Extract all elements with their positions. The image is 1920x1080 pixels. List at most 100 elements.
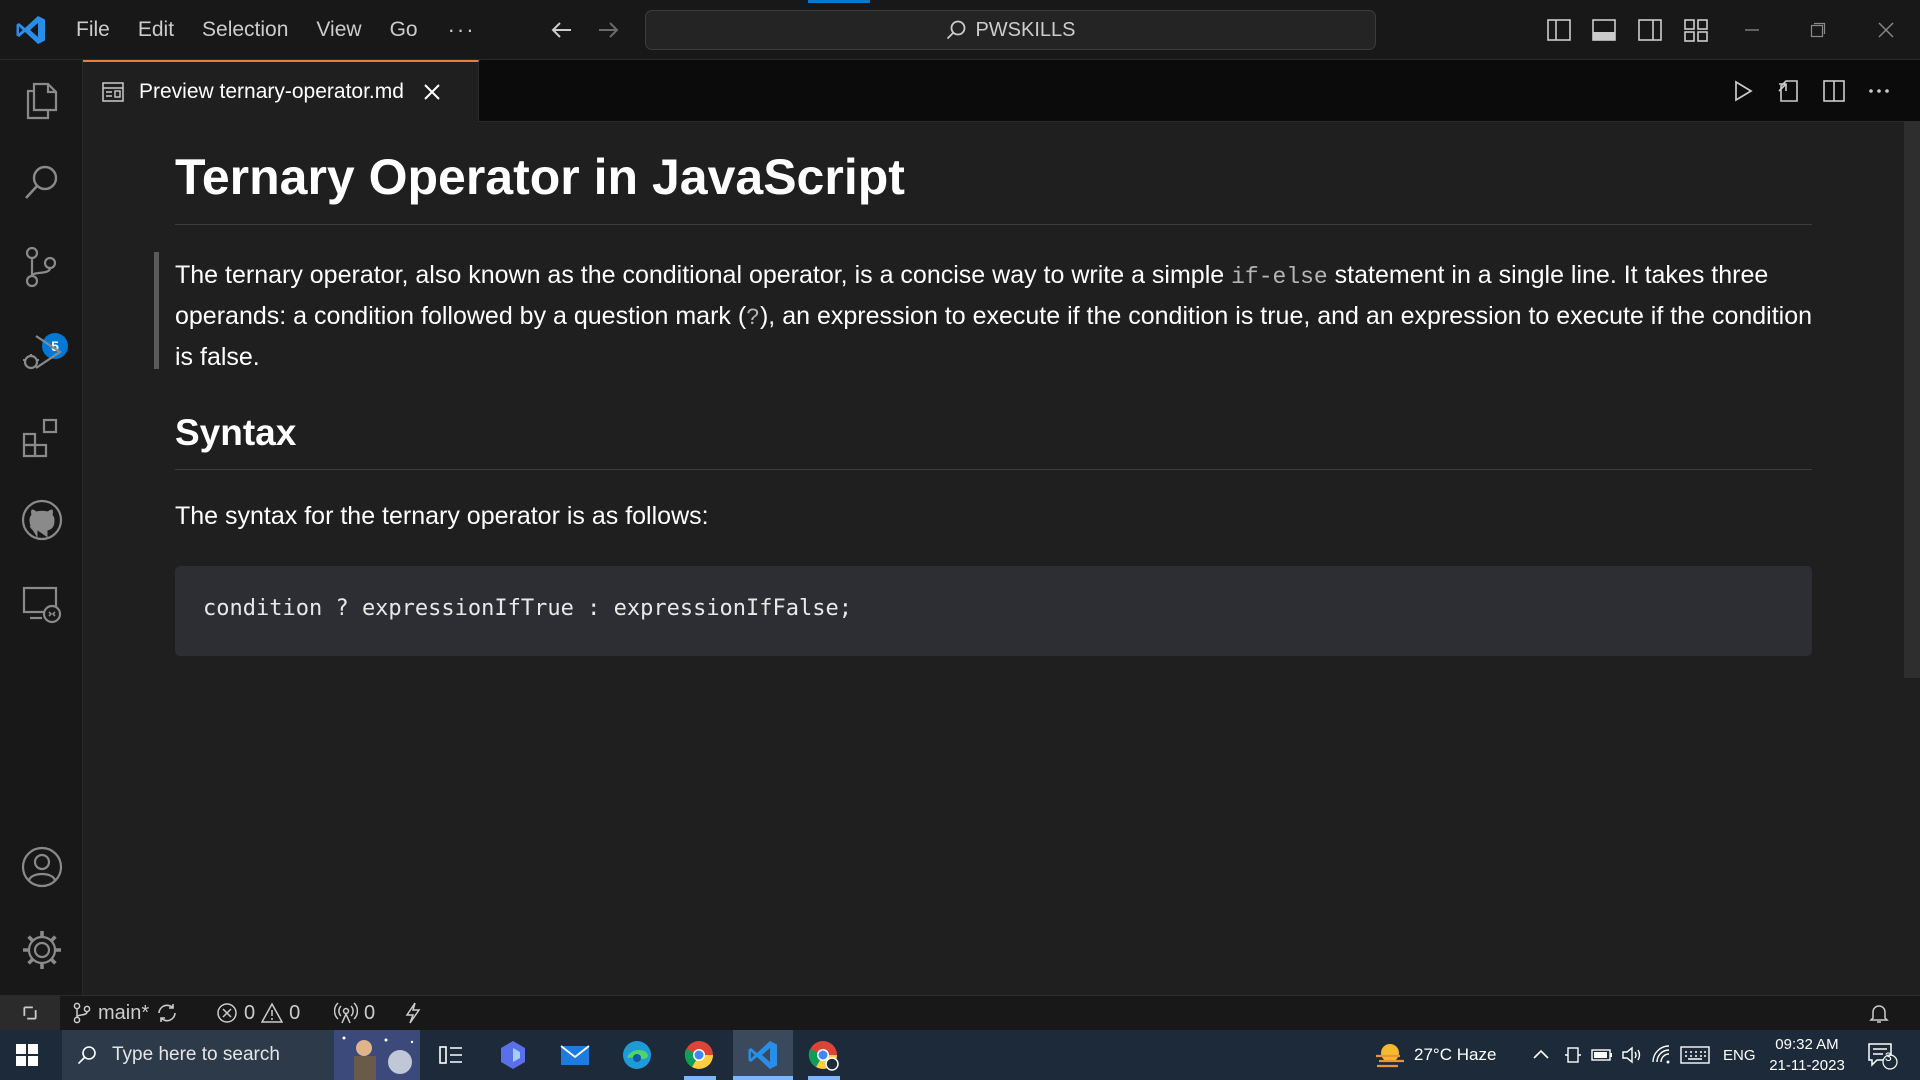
device-icon[interactable] xyxy=(1562,1044,1584,1066)
copilot-icon[interactable] xyxy=(496,1038,530,1072)
run-icon[interactable] xyxy=(1730,78,1756,104)
ports-count: 0 xyxy=(364,1001,376,1024)
status-bar: main* 0 0 0 xyxy=(0,995,1920,1030)
menu-file[interactable]: File xyxy=(62,0,124,60)
inline-code-question-mark: ? xyxy=(746,305,760,331)
markdown-preview: Ternary Operator in JavaScript The terna… xyxy=(83,122,1920,995)
command-center-search[interactable]: PWSKILLS xyxy=(645,10,1376,50)
chrome-profile-running-indicator xyxy=(808,1076,840,1080)
mail-icon[interactable] xyxy=(558,1038,592,1072)
restore-button[interactable] xyxy=(1802,14,1834,46)
blockquote-paragraph: The ternary operator, also known as the … xyxy=(175,256,1825,377)
volume-icon[interactable] xyxy=(1620,1044,1644,1066)
taskbar-search[interactable]: Type here to search xyxy=(62,1030,420,1080)
settings-gear-icon[interactable] xyxy=(20,928,64,972)
language-indicator[interactable]: ENG xyxy=(1723,1030,1756,1080)
windows-start-icon[interactable] xyxy=(16,1044,38,1066)
remote-indicator[interactable] xyxy=(0,996,60,1030)
clock-time: 09:32 AM xyxy=(1775,1036,1839,1053)
activity-bar: 5 xyxy=(0,60,83,995)
vscode-running-indicator xyxy=(733,1076,793,1080)
sync-icon[interactable] xyxy=(155,1002,179,1024)
bell-icon xyxy=(1869,1005,1889,1023)
windows-taskbar: Type here to search 27°C Haze ENG 09:32 … xyxy=(0,1030,1920,1080)
scrollbar-thumb[interactable] xyxy=(1904,122,1920,678)
chevron-up-icon[interactable] xyxy=(1530,1044,1552,1066)
accounts-icon[interactable] xyxy=(20,845,64,889)
minimize-button[interactable] xyxy=(1736,14,1768,46)
run-and-debug-icon[interactable] xyxy=(20,330,64,374)
error-count: 0 xyxy=(244,1001,256,1024)
split-editor-icon[interactable] xyxy=(1821,78,1847,104)
ports-indicator[interactable]: 0 xyxy=(334,996,375,1030)
lightning-icon xyxy=(405,1002,421,1024)
menu-go[interactable]: Go xyxy=(376,0,432,60)
close-tab-icon[interactable] xyxy=(422,82,442,102)
more-actions-icon[interactable] xyxy=(1866,78,1892,104)
tab-label: Preview ternary-operator.md xyxy=(139,80,404,103)
edge-browser-icon[interactable] xyxy=(620,1038,654,1072)
code-text: condition ? expressionIfTrue : expressio… xyxy=(203,596,853,621)
branch-indicator[interactable]: main* xyxy=(72,996,179,1030)
customize-layout-icon[interactable] xyxy=(1683,17,1709,43)
warning-icon xyxy=(261,1002,284,1023)
taskbar-search-placeholder: Type here to search xyxy=(112,1044,280,1065)
menu-more-button[interactable]: ··· xyxy=(432,17,492,43)
task-view-icon[interactable] xyxy=(434,1038,468,1072)
taskbar-search-icon xyxy=(77,1046,96,1065)
error-icon xyxy=(217,1003,237,1023)
weather-widget[interactable]: 27°C Haze xyxy=(1374,1030,1496,1080)
system-clock[interactable]: 09:32 AM 21-11-2023 xyxy=(1762,1034,1852,1076)
toggle-panel-icon[interactable] xyxy=(1591,17,1617,43)
wifi-icon[interactable] xyxy=(1650,1044,1674,1066)
weather-text: 27°C Haze xyxy=(1414,1045,1497,1064)
preview-icon xyxy=(102,82,124,102)
open-source-icon[interactable] xyxy=(1776,78,1802,104)
syntax-paragraph: The syntax for the ternary operator is a… xyxy=(175,502,709,530)
blockquote-text-1: The ternary operator, also known as the … xyxy=(175,261,1232,289)
lightning-indicator[interactable] xyxy=(404,996,422,1030)
extensions-icon[interactable] xyxy=(20,414,64,458)
menu-view[interactable]: View xyxy=(302,0,375,60)
warning-count: 0 xyxy=(289,1001,301,1024)
forward-arrow-icon[interactable] xyxy=(594,16,622,44)
title-accent-line xyxy=(808,0,870,3)
restore-icon xyxy=(1810,22,1826,38)
remote-explorer-icon[interactable] xyxy=(20,582,64,626)
github-icon[interactable] xyxy=(20,498,64,542)
git-branch-icon xyxy=(73,1002,91,1024)
search-highlight-illustration-icon xyxy=(334,1030,420,1080)
chrome-icon[interactable] xyxy=(682,1038,716,1072)
remote-icon xyxy=(23,1006,37,1020)
minimize-icon xyxy=(1745,29,1759,31)
menu-edit[interactable]: Edit xyxy=(124,0,188,60)
title-divider xyxy=(175,224,1812,225)
broadcast-icon xyxy=(334,1002,358,1024)
explorer-icon[interactable] xyxy=(20,78,64,122)
problems-indicator[interactable]: 0 0 xyxy=(216,996,300,1030)
menu-selection[interactable]: Selection xyxy=(188,0,302,60)
source-control-icon[interactable] xyxy=(20,245,64,289)
keyboard-icon[interactable] xyxy=(1680,1044,1710,1066)
syntax-heading: Syntax xyxy=(175,412,297,453)
title-bar: File Edit Selection View Go ··· PWSKILLS xyxy=(0,0,1920,60)
menu-bar: File Edit Selection View Go ··· xyxy=(62,0,492,60)
code-block: condition ? expressionIfTrue : expressio… xyxy=(175,566,1812,656)
syntax-divider xyxy=(175,469,1812,470)
notifications-indicator[interactable] xyxy=(1868,996,1890,1030)
tab-preview-ternary-operator[interactable]: Preview ternary-operator.md xyxy=(83,60,479,122)
back-arrow-icon[interactable] xyxy=(548,16,576,44)
close-window-button[interactable] xyxy=(1870,14,1902,46)
toggle-secondary-sidebar-icon[interactable] xyxy=(1637,17,1663,43)
search-label: PWSKILLS xyxy=(975,18,1076,41)
search-icon xyxy=(947,20,966,40)
haze-weather-icon xyxy=(1376,1044,1404,1068)
notification-center-icon[interactable] xyxy=(1866,1040,1898,1070)
toggle-primary-sidebar-icon[interactable] xyxy=(1546,17,1572,43)
battery-icon[interactable] xyxy=(1590,1044,1614,1066)
vscode-logo-icon xyxy=(16,16,45,44)
branch-name: main* xyxy=(98,1001,150,1024)
vscode-taskbar-icon[interactable] xyxy=(746,1038,780,1072)
search-view-icon[interactable] xyxy=(20,160,64,204)
chrome-profile-icon[interactable] xyxy=(806,1038,840,1072)
